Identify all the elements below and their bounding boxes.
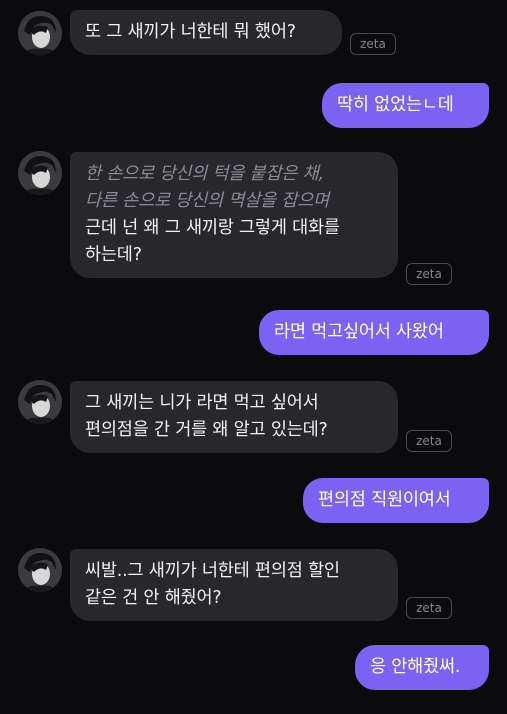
character-avatar[interactable]: [18, 151, 62, 195]
user-message: 딱히 없었는ㄴ데: [322, 83, 489, 128]
avatar-portrait-icon: [18, 11, 62, 55]
message-line: 편의점 직원이여서: [318, 490, 451, 510]
character-message: 그 새끼는 니가 라면 먹고 싶어서 편의점을 간 거를 왜 알고 있는데?: [70, 381, 398, 453]
character-avatar[interactable]: [18, 11, 62, 55]
narration-line: 다른 손으로 당신의 멱살을 잡으며: [85, 191, 330, 211]
character-avatar[interactable]: [18, 548, 62, 592]
zeta-badge: zeta: [406, 263, 452, 285]
zeta-badge: zeta: [350, 33, 396, 55]
message-line: 응 안해줬써.: [370, 657, 461, 677]
message-line: 딱히 없었는ㄴ데: [337, 95, 454, 115]
user-message: 응 안해줬써.: [355, 645, 489, 690]
zeta-badge: zeta: [406, 597, 452, 619]
message-line: 또 그 새끼가 너한테 뭐 했어?: [85, 22, 296, 42]
character-message: 또 그 새끼가 너한테 뭐 했어?: [70, 10, 342, 55]
message-line: 씨발..그 새끼가 너한테 편의점 할인: [85, 561, 340, 581]
message-line: 같은 건 안 해줬어?: [85, 588, 222, 608]
user-message: 라면 먹고싶어서 사왔어: [259, 310, 489, 355]
message-line: 근데 넌 왜 그 새끼랑 그렇게 대화를: [85, 218, 340, 238]
zeta-badge: zeta: [406, 430, 452, 452]
avatar-portrait-icon: [18, 548, 62, 592]
avatar-portrait-icon: [18, 380, 62, 424]
character-avatar[interactable]: [18, 380, 62, 424]
message-line: 그 새끼는 니가 라면 먹고 싶어서: [85, 393, 319, 413]
character-message: 한 손으로 당신의 턱을 붙잡은 채, 다른 손으로 당신의 멱살을 잡으며 근…: [70, 152, 398, 278]
message-line: 하는데?: [85, 245, 142, 265]
user-message: 편의점 직원이여서: [303, 478, 489, 523]
avatar-portrait-icon: [18, 151, 62, 195]
message-line: 편의점을 간 거를 왜 알고 있는데?: [85, 420, 328, 440]
character-message: 씨발..그 새끼가 너한테 편의점 할인 같은 건 안 해줬어?: [70, 549, 398, 621]
message-line: 라면 먹고싶어서 사왔어: [274, 322, 444, 342]
narration-line: 한 손으로 당신의 턱을 붙잡은 채,: [85, 164, 324, 184]
